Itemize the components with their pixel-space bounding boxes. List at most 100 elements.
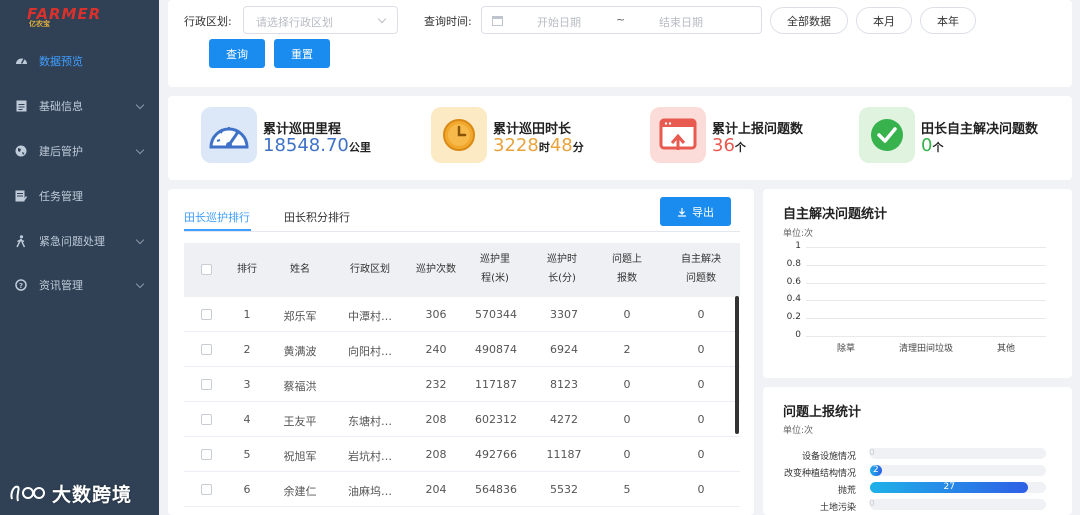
cell-name: 祝旭军 [283,450,317,463]
cell-rank: 3 [243,378,251,391]
sidebar-item-data-preview[interactable]: 数据预览 [0,46,159,76]
speedometer-icon [201,107,257,163]
reset-button[interactable]: 重置 [274,39,330,68]
grid-line [806,300,1046,302]
row-checkbox[interactable] [201,379,212,390]
reported-value: 36 [712,135,735,156]
this-year-button[interactable]: 本年 [920,7,976,34]
cell-solved: 0 [697,413,705,426]
cell-distance: 492766 [475,448,517,461]
dashboard-icon [14,54,28,68]
end-date-input[interactable]: 结束日期 [659,14,703,30]
cell-distance: 564836 [475,483,517,496]
self-solved-unit: 单位:次 [783,229,814,239]
sidebar-item-basic-info[interactable]: 基础信息 [0,91,159,121]
table-scrollbar[interactable] [735,296,739,434]
cell-reported: 0 [623,413,631,426]
sidebar-item-label: 数据预览 [39,55,83,68]
row-checkbox[interactable] [201,484,212,495]
region-label: 行政区划: [184,15,232,28]
export-button[interactable]: 导出 [660,197,731,226]
grid-line [806,336,1046,337]
y-tick-label: 0 [795,330,801,340]
cell-reported: 0 [623,448,631,461]
tab-patrol-ranking[interactable]: 田长巡护排行 [184,209,250,225]
self-solved-unit: 个 [932,141,944,154]
calendar-icon [492,16,503,26]
time-label: 查询时间: [424,15,472,28]
cell-solved: 0 [697,343,705,356]
cell-count: 204 [425,483,447,496]
self-solved-value: 0 [921,135,933,156]
watermark: 大数跨境 [8,480,132,507]
table-row[interactable]: 3 蔡福洪 232 117187 8123 0 0 [184,367,740,402]
check-circle-icon [859,107,915,163]
cell-reported: 0 [623,308,631,321]
duration-minutes-unit: 分 [572,141,584,154]
col-distance: 巡护里程(米) [480,254,510,284]
query-button[interactable]: 查询 [209,39,265,68]
table-row[interactable]: 4 王友平 东塘村… 208 602312 4272 0 0 [184,402,740,437]
row-checkbox[interactable] [201,449,212,460]
col-count: 巡护次数 [416,264,456,275]
watermark-text: 大数跨境 [52,484,133,506]
brand-sub: 亿农宝 [29,20,50,28]
sidebar-item-emergency[interactable]: 紧急问题处理 [0,226,159,256]
bar: 27 [870,482,1029,493]
date-range-picker[interactable]: 开始日期 ~ 结束日期 [481,6,762,34]
this-month-button[interactable]: 本月 [856,7,912,34]
chevron-down-icon [377,14,387,24]
col-duration: 巡护时长(分) [547,254,577,284]
cell-rank: 5 [243,448,251,461]
col-solved: 自主解决问题数 [681,254,721,284]
chevron-down-icon [135,235,145,245]
cell-count: 240 [425,343,447,356]
cell-reported: 2 [623,343,631,356]
tab-points-ranking[interactable]: 田长积分排行 [284,209,350,225]
row-checkbox[interactable] [201,309,212,320]
y-tick-label: 0.2 [786,312,801,323]
row-checkbox[interactable] [201,344,212,355]
mileage-value: 18548.70 [263,135,349,156]
brand-logo: FARMER 亿农宝 [27,5,127,28]
col-rank: 排行 [237,264,257,275]
x-tick-label: 除草 [836,344,855,354]
y-tick-label: 0.4 [786,294,801,305]
cell-duration: 6924 [550,343,578,356]
bar-value-label: 0 [869,448,875,458]
x-tick-label: 其他 [996,344,1015,354]
cell-region: 向阳村… [348,345,392,358]
cell-region: 油麻坞… [348,485,392,498]
region-select[interactable]: 请选择行政区划 [243,6,398,34]
watermark-logo-icon [10,485,45,501]
region-placeholder: 请选择行政区划 [256,16,333,29]
sidebar-item-label: 资讯管理 [39,279,83,292]
bar-label: 设备设施情况 [801,452,856,462]
cell-solved: 0 [697,308,705,321]
reported-unit: 个 [734,141,746,154]
sidebar-item-tasks[interactable]: 任务管理 [0,181,159,211]
all-data-button[interactable]: 全部数据 [770,7,848,34]
select-all-checkbox[interactable] [201,264,212,275]
table-row[interactable]: 5 祝旭军 岩坑村… 208 492766 11187 0 0 [184,437,740,472]
table-row[interactable]: 6 余建仁 油麻坞… 204 564836 5532 5 0 [184,472,740,507]
sidebar-item-news[interactable]: ? 资讯管理 [0,270,159,300]
cell-distance: 490874 [475,343,517,356]
sidebar: FARMER 亿农宝 数据预览 基础信息 建后管护 任务管理 紧急问题处理 ? … [0,0,159,515]
y-tick-label: 1 [795,241,801,251]
sidebar-item-maintenance[interactable]: 建后管护 [0,136,159,166]
cell-solved: 0 [697,483,705,496]
sidebar-item-label: 任务管理 [39,190,83,203]
active-tab-indicator [184,229,251,231]
cell-duration: 11187 [546,448,582,461]
svg-text:?: ? [19,282,23,290]
cell-region: 岩坑村… [348,450,392,463]
row-checkbox[interactable] [201,414,212,425]
table-row[interactable]: 2 黄满波 向阳村… 240 490874 6924 2 0 [184,332,740,367]
cell-name: 王友平 [283,415,317,428]
grid-line [806,264,1046,266]
table-row[interactable]: 1 郑乐军 中潭村… 306 570344 3307 0 0 [184,297,740,332]
start-date-input[interactable]: 开始日期 [537,14,581,30]
report-unit: 单位:次 [783,426,814,436]
grid-line [806,247,1046,248]
